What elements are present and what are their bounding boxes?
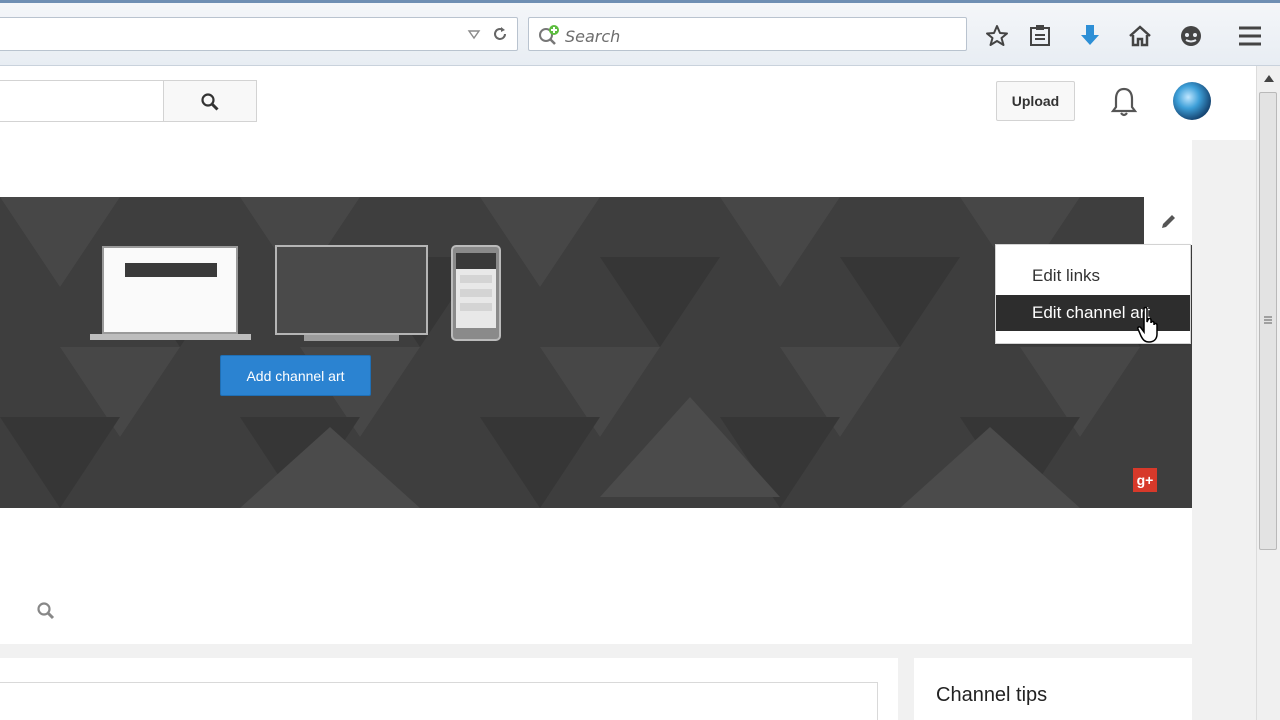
page-scrollbar[interactable]	[1256, 66, 1280, 720]
edit-banner-button[interactable]	[1144, 197, 1192, 245]
scroll-up-arrow-icon[interactable]	[1262, 72, 1276, 84]
tv-preview-icon	[275, 245, 428, 341]
browser-toolbar: Search	[0, 0, 1280, 66]
dropdown-arrow-icon[interactable]	[467, 27, 481, 41]
channel-tips-title: Channel tips	[936, 684, 1048, 706]
upload-button[interactable]: Upload	[996, 81, 1075, 121]
address-bar[interactable]	[0, 17, 518, 51]
google-plus-link[interactable]: g+	[1133, 468, 1157, 492]
youtube-search-button[interactable]	[163, 80, 257, 122]
browser-search-placeholder: Search	[565, 27, 621, 46]
reading-list-icon[interactable]	[1028, 24, 1052, 48]
browser-search-field[interactable]: Search	[528, 17, 967, 51]
menu-item-edit-links[interactable]: Edit links	[996, 258, 1190, 294]
feed-card	[0, 658, 898, 720]
channel-header-card: Add channel art g+ Edit links Edit chann…	[0, 140, 1192, 644]
star-icon[interactable]	[985, 24, 1009, 48]
avatar[interactable]	[1173, 82, 1211, 120]
feed-input-box[interactable]	[0, 682, 878, 720]
hand-cursor-icon	[1137, 306, 1158, 343]
home-icon[interactable]	[1128, 24, 1152, 48]
bell-icon[interactable]	[1110, 86, 1138, 118]
scrollbar-thumb[interactable]	[1259, 92, 1277, 550]
youtube-page: Upload Add channel art g+ Edit links Edi…	[0, 66, 1256, 720]
add-channel-art-button[interactable]: Add channel art	[220, 355, 371, 396]
search-icon[interactable]	[36, 601, 56, 621]
search-engine-icon	[539, 25, 559, 45]
scroll-grip-icon	[1264, 316, 1272, 324]
reload-icon[interactable]	[491, 25, 509, 43]
chat-icon[interactable]	[1179, 24, 1203, 48]
search-icon	[201, 93, 219, 111]
youtube-header: Upload	[0, 66, 1256, 140]
channel-tips-card: Channel tips	[914, 658, 1192, 720]
phone-preview-icon	[451, 245, 501, 341]
pencil-icon	[1162, 215, 1175, 228]
laptop-preview-icon	[90, 246, 251, 340]
hamburger-menu-icon[interactable]	[1238, 24, 1262, 48]
youtube-search-input[interactable]	[0, 80, 164, 122]
download-icon[interactable]	[1078, 24, 1102, 48]
